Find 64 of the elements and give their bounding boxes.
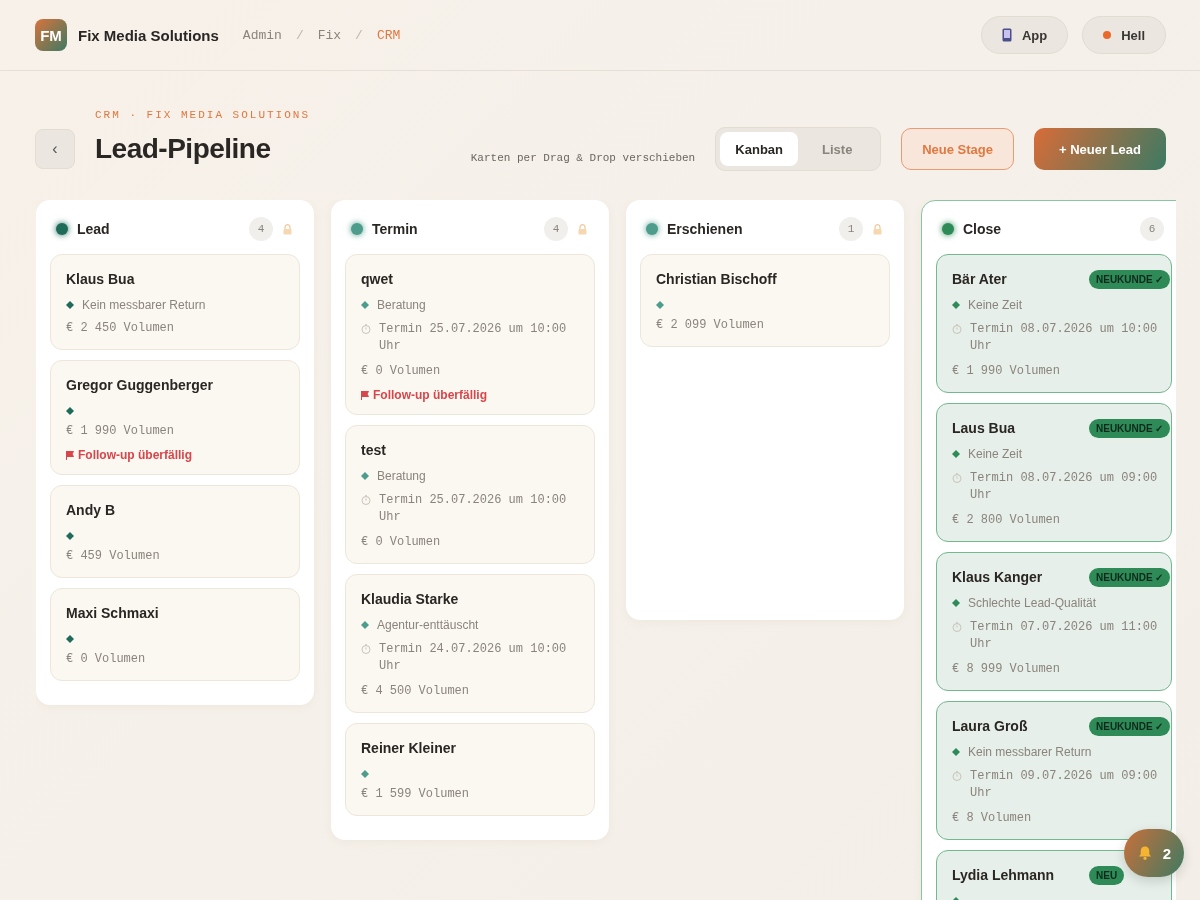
- volume-text: € 1 990 Volumen: [952, 363, 1062, 380]
- loss-reason: Agentur-enttäuscht: [377, 618, 479, 632]
- followup-warning: Follow-up überfällig: [78, 448, 192, 462]
- appointment-text: Termin 25.07.2026 um 10:00 Uhr: [379, 492, 568, 526]
- loss-reason: Keine Zeit: [968, 298, 1023, 312]
- volume-text: € 0 Volumen: [361, 363, 442, 380]
- followup-warning: Follow-up überfällig: [373, 388, 487, 402]
- loss-reason: Beratung: [377, 298, 426, 312]
- eyebrow-text: CRM · FIX MEDIA SOLUTIONS: [95, 109, 312, 121]
- loss-reason: Keine Zeit: [968, 447, 1023, 461]
- lead-name: Laura Groß: [952, 718, 1029, 734]
- volume-text: € 8 999 Volumen: [952, 661, 1062, 678]
- lead-name: Reiner Kleiner: [361, 740, 456, 756]
- loss-reason: Kein messbarer Return: [82, 298, 206, 312]
- logo: FM: [35, 19, 67, 51]
- customer-badge: NEUKUNDE ✓: [1089, 418, 1171, 438]
- lead-name: Bär Ater: [952, 271, 1008, 287]
- stage-name: Lead: [77, 221, 110, 237]
- volume-text: € 1 599 Volumen: [361, 786, 471, 803]
- card-count: 4: [249, 217, 273, 241]
- hint-text: Karten per Drag & Drop verschieben: [470, 152, 696, 164]
- lead-name: Andy B: [66, 502, 115, 518]
- volume-text: € 2 450 Volumen: [66, 320, 176, 337]
- customer-badge: NEUKUNDE ✓: [1089, 567, 1171, 587]
- lead-name: Lydia Lehmann: [952, 867, 1056, 883]
- loss-reason: Beratung: [377, 469, 426, 483]
- stage-name: Termin: [372, 221, 418, 237]
- volume-text: € 8 Volumen: [952, 810, 1033, 827]
- breadcrumb-separator: /: [295, 27, 304, 43]
- card-count: 4: [544, 217, 568, 241]
- appointment-text: Termin 07.07.2026 um 11:00 Uhr: [970, 619, 1159, 653]
- customer-badge: NEUKUNDE ✓: [1089, 716, 1171, 736]
- lead-name: Gregor Guggenberger: [66, 377, 214, 393]
- breadcrumb-separator: /: [355, 27, 363, 43]
- loss-reason: Schlechte Lead-Qualität: [968, 596, 1097, 610]
- lead-name: qwet: [361, 271, 393, 287]
- lead-name: Klaus Kanger: [952, 569, 1044, 585]
- appointment-text: Termin 25.07.2026 um 10:00 Uhr: [379, 321, 568, 355]
- volume-text: € 4 500 Volumen: [361, 683, 471, 700]
- card-count: 6: [1140, 217, 1164, 241]
- volume-text: € 459 Volumen: [66, 548, 161, 565]
- lead-name: Klaudia Starke: [361, 591, 459, 607]
- stage-name: Close: [963, 221, 1002, 237]
- company-name: Fix Media Solutions: [78, 26, 219, 44]
- card-count: 1: [839, 217, 863, 241]
- appointment-text: Termin 08.07.2026 um 10:00 Uhr: [970, 321, 1159, 355]
- customer-badge: NEU: [1089, 865, 1125, 885]
- lead-name: Laus Bua: [952, 420, 1016, 436]
- stage-name: Erschienen: [667, 221, 743, 237]
- loss-reason: Kein messbarer Return: [968, 745, 1092, 759]
- volume-text: € 0 Volumen: [361, 534, 442, 551]
- lead-name: Maxi Schmaxi: [66, 605, 159, 621]
- page-title: Lead-Pipeline: [95, 133, 271, 165]
- lead-name: Christian Bischoff: [656, 271, 777, 287]
- volume-text: € 0 Volumen: [66, 651, 147, 668]
- appointment-text: Termin 24.07.2026 um 10:00 Uhr: [379, 641, 568, 675]
- volume-text: € 2 099 Volumen: [656, 317, 766, 334]
- appointment-text: Termin 08.07.2026 um 09:00 Uhr: [970, 470, 1159, 504]
- appointment-text: Termin 09.07.2026 um 09:00 Uhr: [970, 768, 1159, 802]
- volume-text: € 1 990 Volumen: [66, 423, 176, 440]
- volume-text: € 2 800 Volumen: [952, 512, 1062, 529]
- customer-badge: NEUKUNDE ✓: [1089, 269, 1171, 289]
- lead-name: Klaus Bua: [66, 271, 135, 287]
- lead-name: test: [361, 442, 386, 458]
